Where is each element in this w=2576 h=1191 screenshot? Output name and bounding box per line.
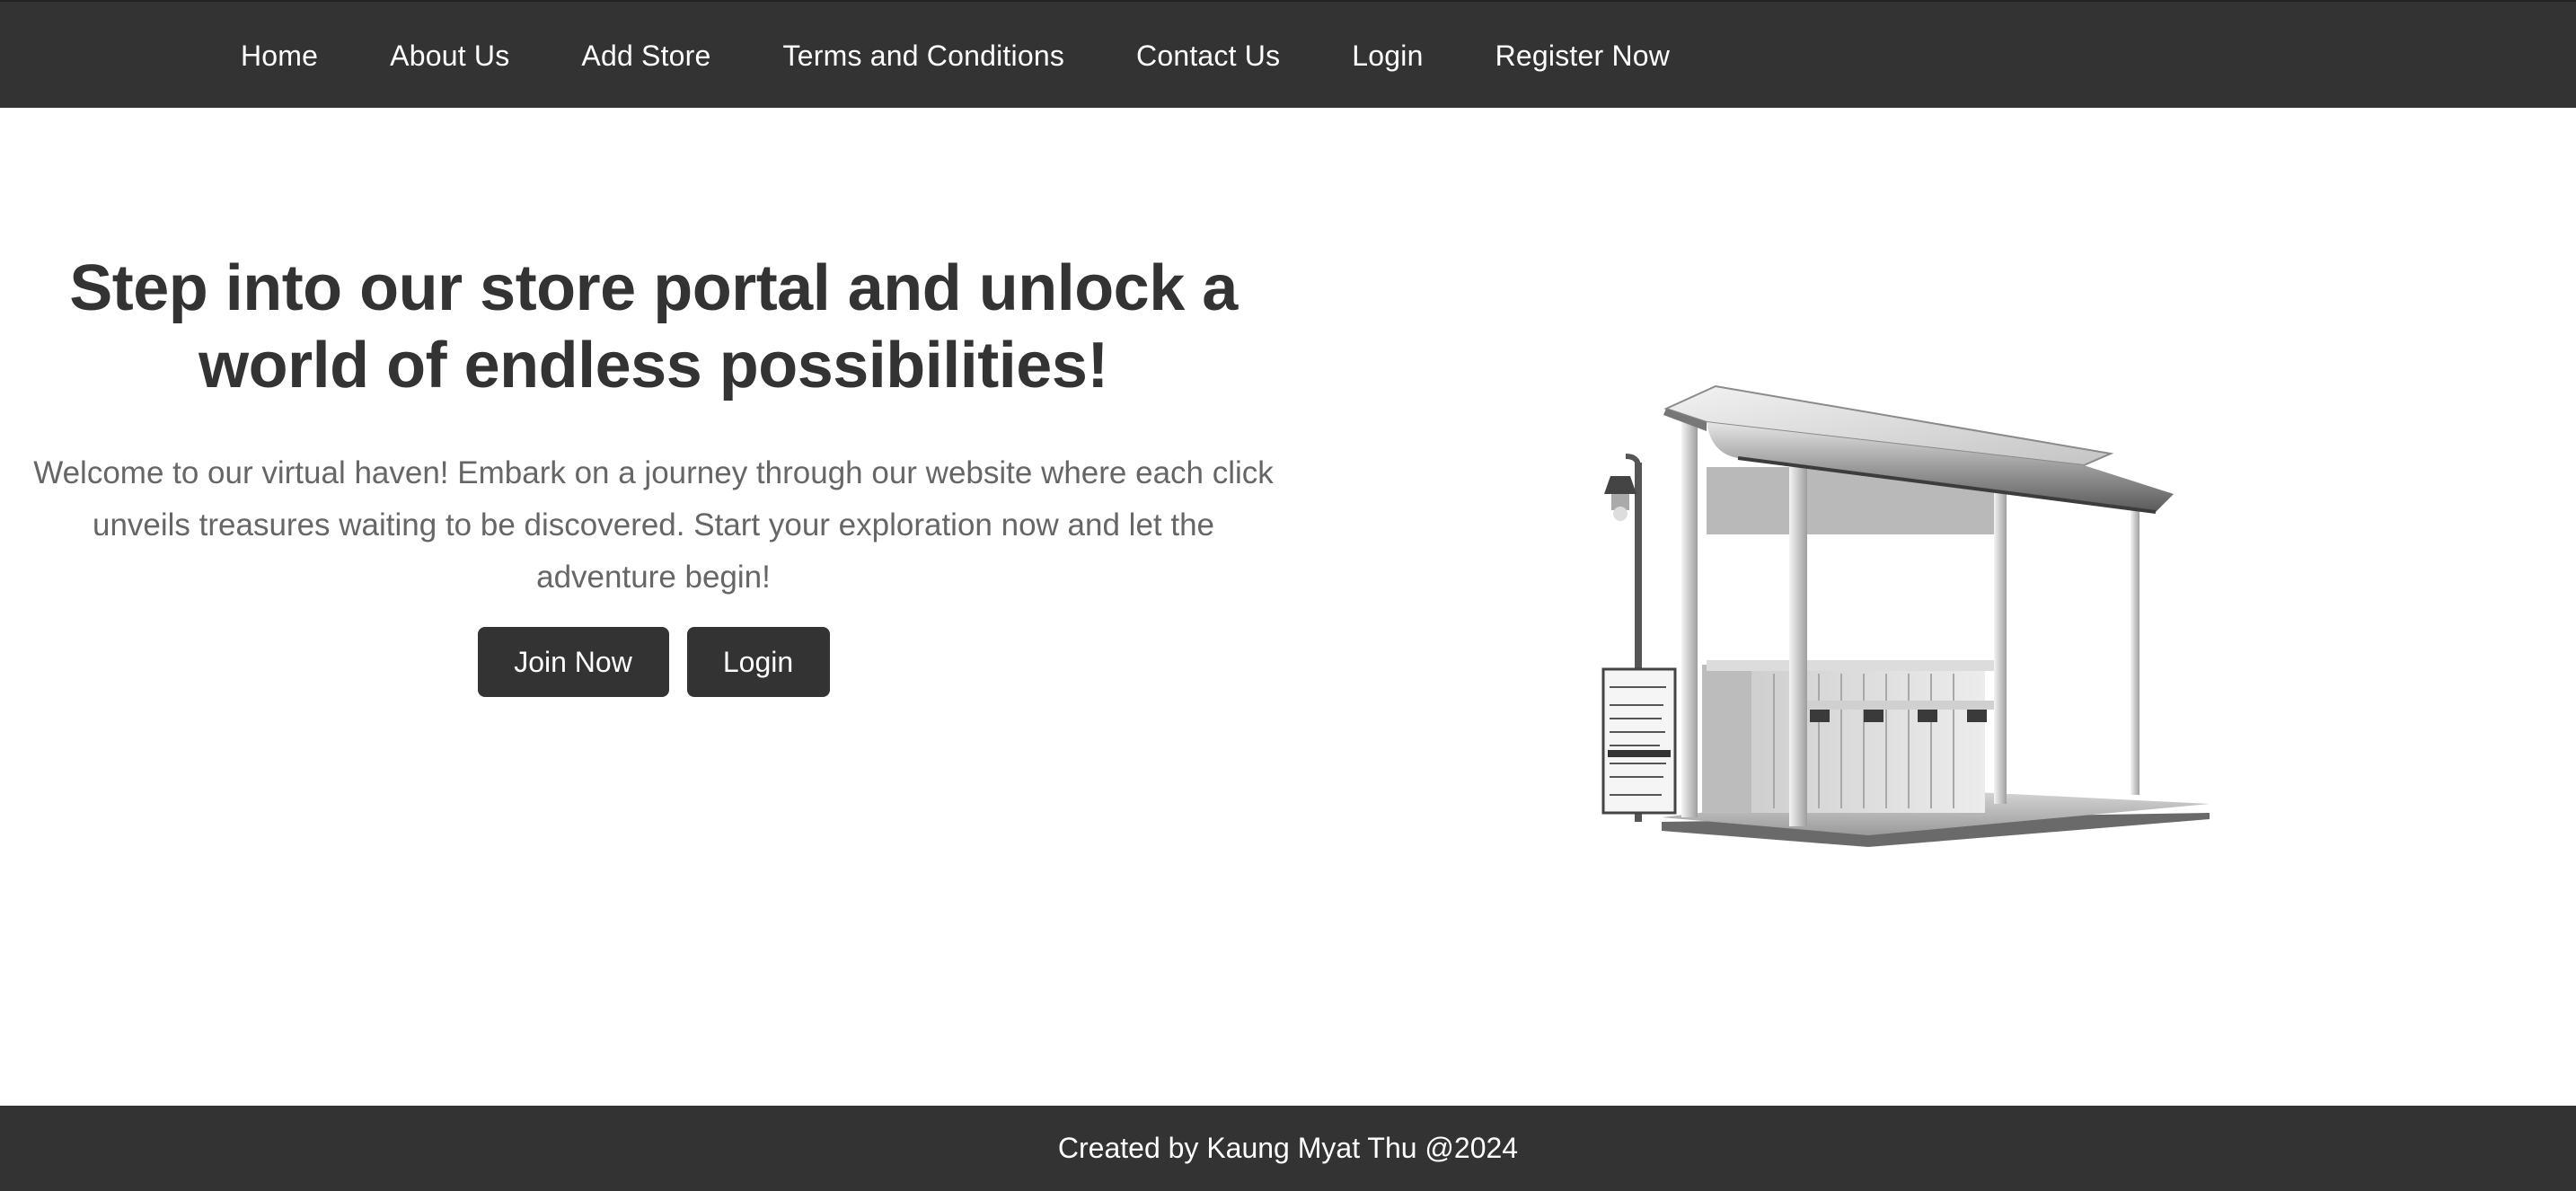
hero-section: Step into our store portal and unlock a … (18, 250, 1289, 697)
nav-menu: Home About Us Add Store Terms and Condit… (241, 2, 1670, 110)
nav-link-add-store[interactable]: Add Store (581, 40, 710, 73)
hero-description: Welcome to our virtual haven! Embark on … (33, 455, 1274, 595)
nav-link-contact-us[interactable]: Contact Us (1136, 40, 1280, 73)
nav-link-register[interactable]: Register Now (1495, 40, 1670, 73)
nav-link-terms[interactable]: Terms and Conditions (783, 40, 1064, 73)
hero-buttons: Join Now Login (18, 627, 1289, 697)
login-button[interactable]: Login (686, 627, 830, 697)
join-now-button[interactable]: Join Now (477, 627, 669, 697)
page-footer: Created by Kaung Myat Thu @2024 (0, 1106, 2576, 1191)
hero-title: Step into our store portal and unlock a … (69, 252, 1238, 401)
footer-credit: Created by Kaung Myat Thu @2024 (1057, 1132, 1519, 1164)
nav-link-login[interactable]: Login (1352, 40, 1423, 73)
nav-link-about-us[interactable]: About Us (390, 40, 509, 73)
top-navbar: Home About Us Add Store Terms and Condit… (0, 0, 2576, 108)
market-stall-illustration (1581, 368, 2228, 853)
nav-link-home[interactable]: Home (241, 40, 318, 73)
